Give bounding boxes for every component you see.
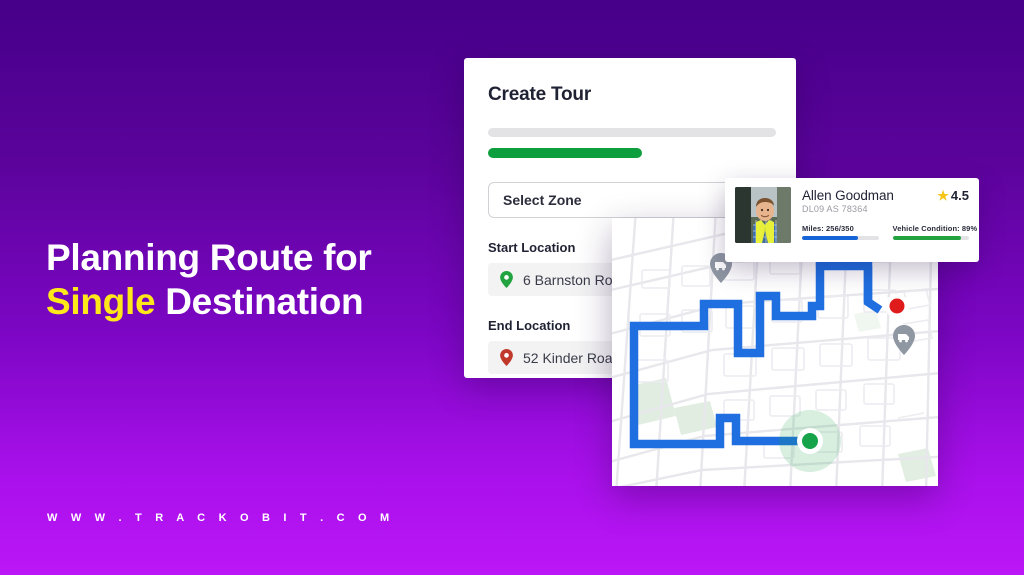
stat-miles-track — [802, 236, 879, 240]
select-zone-value: Select Zone — [503, 192, 582, 208]
driver-name: Allen Goodman — [802, 188, 894, 203]
progress-bar-green — [488, 148, 642, 158]
headline-accent-word: Single — [46, 281, 156, 322]
stat-vehicle-condition-label: Vehicle Condition: 89% — [892, 224, 978, 233]
headline-line-2: Single Destination — [46, 280, 476, 324]
driver-details: Allen Goodman DL09 AS 78364 ★ 4.5 Miles:… — [802, 187, 978, 253]
stat-vehicle-condition-fill — [892, 236, 961, 240]
progress-bar-track — [488, 128, 776, 137]
driver-info-card: Allen Goodman DL09 AS 78364 ★ 4.5 Miles:… — [725, 178, 979, 262]
map-pin-icon — [500, 349, 513, 366]
start-marker[interactable] — [779, 410, 841, 472]
stat-vehicle-condition: Vehicle Condition: 89% — [892, 224, 978, 240]
stat-vehicle-condition-track — [892, 236, 969, 240]
site-url: W W W . T R A C K O B I T . C O M — [47, 512, 395, 524]
end-marker[interactable] — [885, 294, 909, 318]
driver-avatar — [735, 187, 791, 243]
stat-miles-fill — [802, 236, 858, 240]
end-location-value: 52 Kinder Road — [523, 349, 621, 366]
driver-header-row: Allen Goodman DL09 AS 78364 ★ 4.5 — [802, 188, 969, 214]
driver-stats-row: Miles: 256/350 Vehicle Condition: 89% — [802, 224, 978, 240]
vehicle-registration: DL09 AS 78364 — [802, 204, 868, 214]
star-icon: ★ — [937, 188, 949, 203]
create-tour-title: Create Tour — [488, 84, 592, 105]
map-pin-icon — [500, 271, 513, 288]
driver-name-block: Allen Goodman DL09 AS 78364 — [802, 188, 894, 214]
stat-miles: Miles: 256/350 — [802, 224, 879, 240]
driver-photo-illustration — [735, 187, 791, 243]
stat-miles-label: Miles: 256/350 — [802, 224, 854, 233]
headline-line-1: Planning Route for — [46, 237, 372, 278]
driver-rating: ★ 4.5 — [937, 188, 969, 203]
headline-line-2-rest: Destination — [155, 281, 364, 322]
rating-value: 4.5 — [950, 188, 969, 203]
page-headline: Planning Route for Single Destination — [46, 236, 476, 324]
